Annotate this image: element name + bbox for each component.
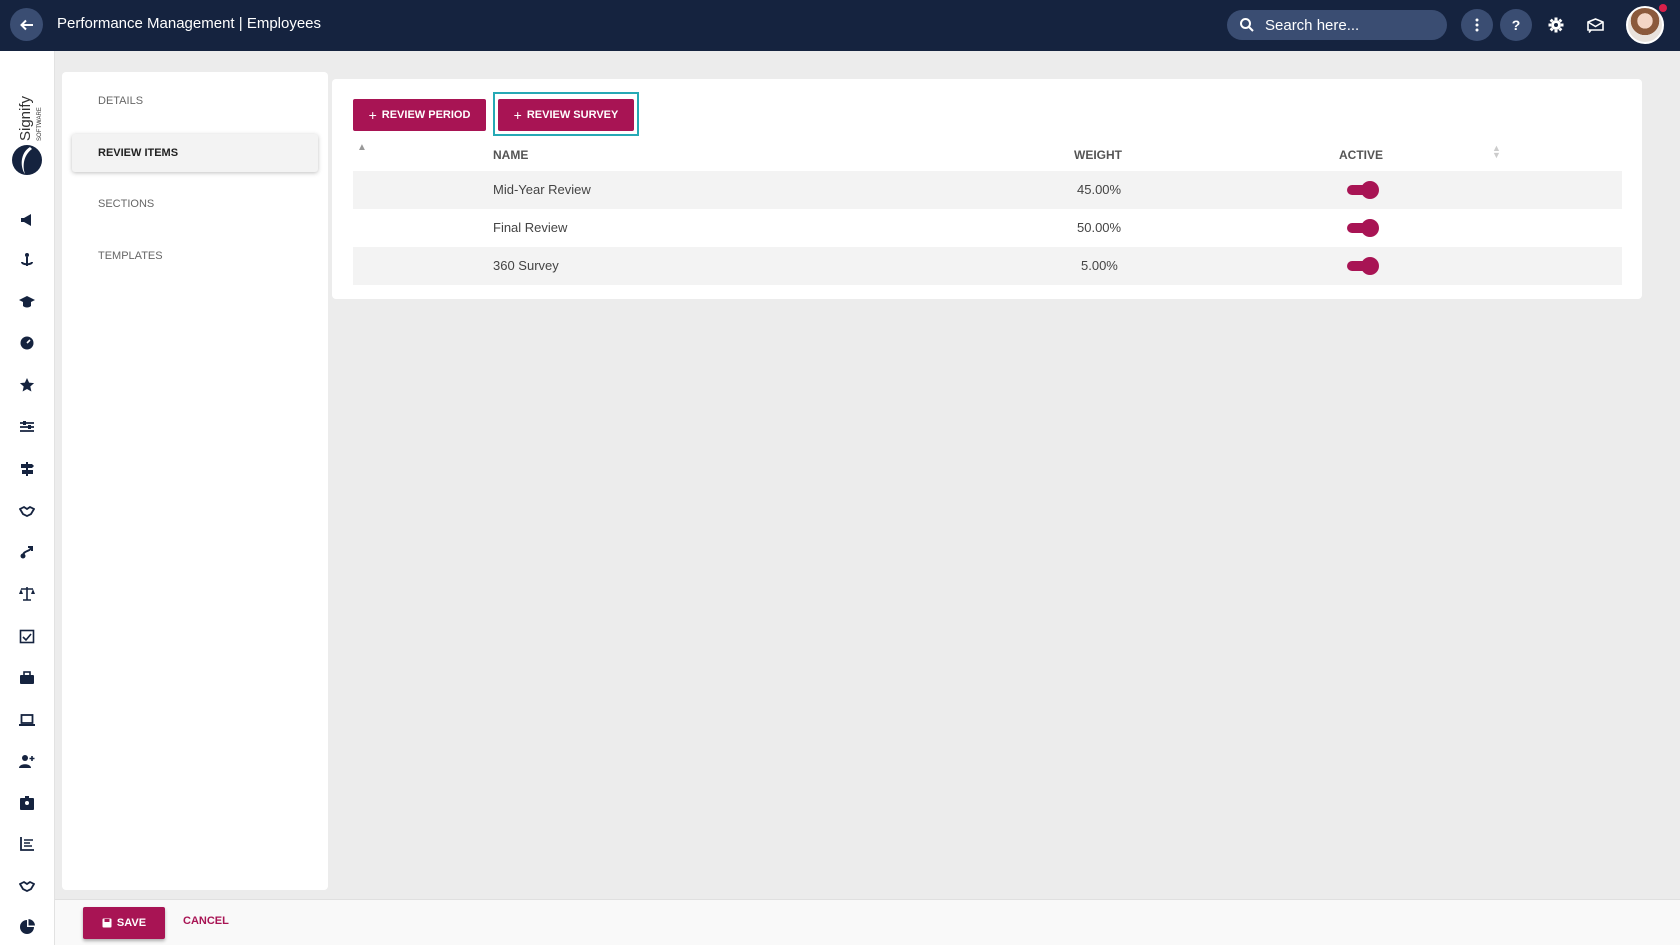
table-row[interactable]: Final Review 50.00% xyxy=(353,209,1622,247)
more-vertical-icon[interactable] xyxy=(1461,9,1493,41)
nav-item-review-items[interactable]: REVIEW ITEMS xyxy=(72,134,318,172)
laptop-icon[interactable] xyxy=(17,710,37,730)
review-period-label: REVIEW PERIOD xyxy=(381,109,471,121)
gauge-icon[interactable] xyxy=(17,333,37,353)
logo-text: Signify xyxy=(17,95,34,141)
cell-name: Final Review xyxy=(493,220,568,235)
logo-subtext: SOFTWARE xyxy=(37,107,43,141)
handshake-icon[interactable] xyxy=(17,501,37,521)
star-icon[interactable] xyxy=(17,375,37,395)
top-bar: Performance Management | Employees ? xyxy=(0,0,1680,51)
review-items-card: + REVIEW PERIOD + REVIEW SURVEY ▲ NAME W… xyxy=(332,79,1642,299)
pie-chart-icon[interactable] xyxy=(17,917,37,937)
signpost-icon[interactable] xyxy=(17,459,37,479)
column-header-active[interactable]: ACTIVE xyxy=(1339,148,1383,162)
active-toggle[interactable] xyxy=(1345,181,1379,199)
messages-icon[interactable] xyxy=(1579,9,1611,41)
cell-weight: 50.00% xyxy=(1077,220,1122,235)
search-input[interactable] xyxy=(1263,15,1433,35)
route-icon[interactable] xyxy=(17,542,37,562)
table-row[interactable]: 360 Survey 5.00% xyxy=(353,247,1622,285)
graduation-cap-icon[interactable] xyxy=(17,292,37,312)
review-items-table: ▲ NAME WEIGHT ACTIVE ▲ ▼ Mid-Year Review … xyxy=(353,139,1622,285)
cell-name: 360 Survey xyxy=(493,258,559,273)
notification-dot xyxy=(1659,4,1667,12)
checklist-icon[interactable] xyxy=(17,626,37,646)
page-title: Performance Management | Employees xyxy=(57,15,322,32)
search-icon xyxy=(1240,18,1254,32)
handshake-icon[interactable] xyxy=(17,876,37,896)
avatar[interactable] xyxy=(1626,6,1664,44)
column-header-name[interactable]: NAME xyxy=(493,148,528,162)
add-review-period-button[interactable]: + REVIEW PERIOD xyxy=(353,99,486,131)
section-nav: DETAILS REVIEW ITEMS SECTIONS TEMPLATES xyxy=(62,72,328,890)
id-badge-icon[interactable] xyxy=(17,793,37,813)
signify-logo: Signify SOFTWARE xyxy=(8,79,48,229)
search-box[interactable] xyxy=(1227,10,1447,40)
cancel-button[interactable]: CANCEL xyxy=(183,915,229,927)
sliders-icon[interactable] xyxy=(17,417,37,437)
table-row[interactable]: Mid-Year Review 45.00% xyxy=(353,171,1622,209)
nav-item-templates[interactable]: TEMPLATES xyxy=(72,237,318,275)
sort-asc-icon[interactable]: ▲ xyxy=(357,142,367,153)
help-icon[interactable]: ? xyxy=(1500,9,1532,41)
add-review-survey-button[interactable]: + REVIEW SURVEY xyxy=(498,99,634,131)
icon-rail: Signify SOFTWARE xyxy=(0,51,55,945)
megaphone-icon[interactable] xyxy=(17,209,37,229)
active-toggle[interactable] xyxy=(1345,219,1379,237)
cell-weight: 5.00% xyxy=(1081,258,1118,273)
cell-weight: 45.00% xyxy=(1077,182,1122,197)
back-arrow-icon[interactable] xyxy=(10,8,43,41)
footer-bar: SAVE CANCEL xyxy=(55,899,1680,945)
plus-icon: + xyxy=(368,107,377,123)
briefcase-icon[interactable] xyxy=(17,668,37,688)
review-survey-label: REVIEW SURVEY xyxy=(526,109,619,121)
anchor-icon[interactable] xyxy=(17,250,37,270)
save-label: SAVE xyxy=(116,917,147,929)
gear-icon[interactable] xyxy=(1540,9,1572,41)
active-toggle[interactable] xyxy=(1345,257,1379,275)
nav-item-details[interactable]: DETAILS xyxy=(72,82,318,120)
add-user-icon[interactable] xyxy=(17,751,37,771)
table-header: ▲ NAME WEIGHT ACTIVE ▲ ▼ xyxy=(353,139,1622,171)
nav-item-sections[interactable]: SECTIONS xyxy=(72,185,318,223)
scale-icon[interactable] xyxy=(17,584,37,604)
save-icon xyxy=(102,918,112,928)
save-button[interactable]: SAVE xyxy=(83,907,165,939)
plus-icon: + xyxy=(513,107,522,123)
cell-name: Mid-Year Review xyxy=(493,182,591,197)
bar-chart-icon[interactable] xyxy=(17,834,37,854)
column-header-weight[interactable]: WEIGHT xyxy=(1074,148,1122,162)
sort-toggle-icon[interactable]: ▲ ▼ xyxy=(1492,144,1501,160)
